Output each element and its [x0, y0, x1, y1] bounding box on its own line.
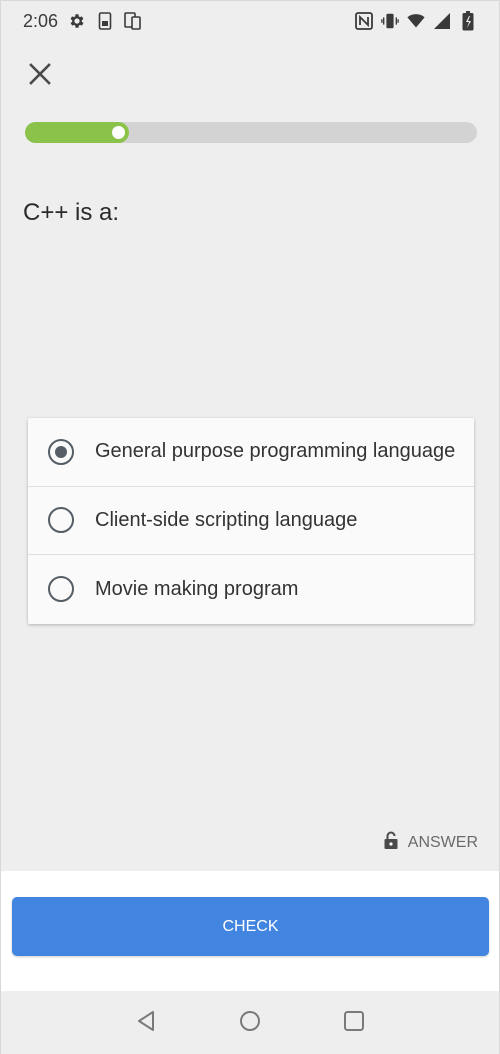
wifi-icon	[407, 11, 425, 31]
answer-label: ANSWER	[407, 833, 478, 851]
gear-icon	[68, 11, 86, 31]
radio-button[interactable]	[48, 576, 74, 603]
battery-icon	[459, 11, 477, 31]
radio-dot	[55, 445, 67, 458]
close-icon	[28, 62, 52, 91]
status-time: 2:06	[23, 10, 59, 31]
status-bar-right	[355, 11, 477, 31]
devices-icon	[124, 11, 142, 31]
close-button[interactable]	[25, 61, 55, 91]
sim-icon	[96, 11, 114, 31]
recents-icon	[343, 1010, 365, 1037]
option-label: Movie making program	[95, 577, 299, 600]
back-icon	[135, 1010, 157, 1037]
bottom-panel: CHECK	[1, 871, 499, 991]
nfc-icon	[355, 11, 373, 31]
option-client-side-scripting[interactable]: Client-side scripting language	[28, 487, 474, 555]
option-label: General purpose programming language	[95, 440, 456, 463]
recents-button[interactable]	[342, 1010, 366, 1037]
answer-options: General purpose programming language Cli…	[28, 418, 474, 624]
option-movie-making[interactable]: Movie making program	[28, 555, 474, 624]
option-general-purpose[interactable]: General purpose programming language	[28, 418, 474, 487]
back-button[interactable]	[134, 1010, 158, 1037]
answer-button[interactable]: ANSWER	[384, 831, 478, 854]
signal-icon	[433, 11, 451, 31]
progress-knob	[112, 126, 125, 139]
home-button[interactable]	[238, 1010, 262, 1037]
home-icon	[239, 1010, 261, 1037]
check-button[interactable]: CHECK	[12, 897, 489, 956]
radio-button[interactable]	[48, 507, 74, 534]
navigation-bar	[1, 991, 499, 1054]
radio-button-selected[interactable]	[48, 438, 74, 465]
status-bar: 2:06	[1, 1, 499, 41]
lock-icon	[384, 831, 398, 854]
status-bar-left: 2:06	[23, 11, 142, 32]
vibrate-icon	[381, 11, 399, 31]
option-label: Client-side scripting language	[95, 508, 358, 531]
progress-bar	[25, 122, 477, 143]
question-text: C++ is a:	[23, 199, 120, 226]
